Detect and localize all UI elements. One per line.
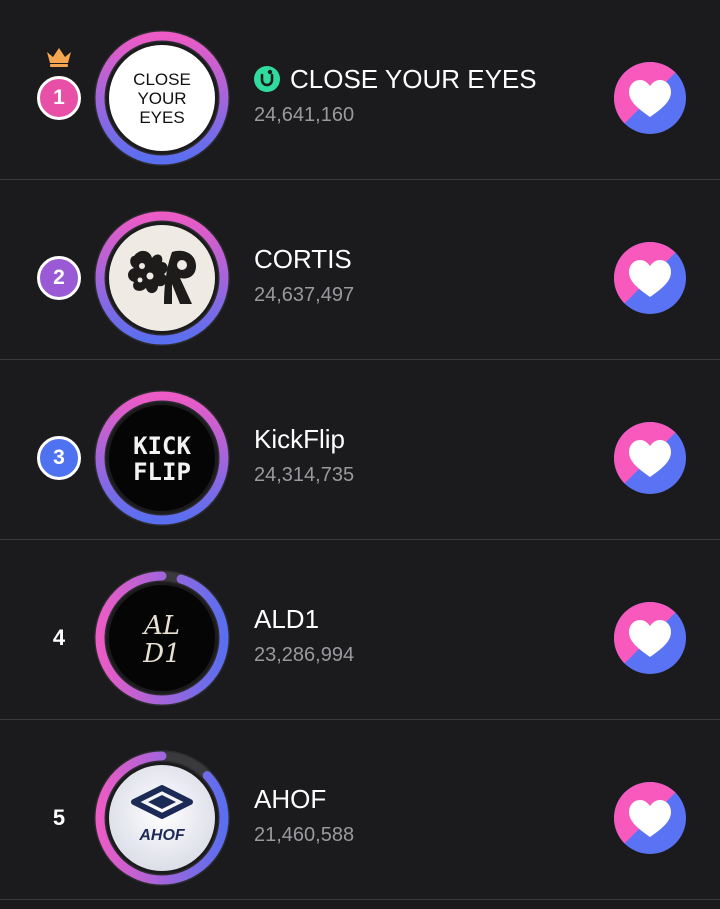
rank-badge: 1	[37, 76, 81, 120]
vote-count: 21,460,588	[254, 824, 355, 846]
artist-info: AHOF 21,460,588	[254, 780, 354, 847]
logo-text-line: EYES	[139, 108, 184, 127]
heart-icon	[614, 62, 686, 134]
rank-indicator: 1	[35, 74, 83, 122]
vote-button[interactable]	[613, 61, 687, 135]
ranking-list: 1 CLOSE YOUR EYES CLOSE YOUR EYES 24,641…	[0, 0, 720, 909]
heart-icon	[614, 242, 686, 314]
vote-button[interactable]	[613, 781, 687, 855]
ranking-row-4[interactable]: 4 AL D1 ALD1 23,286,994	[0, 540, 720, 720]
logo-text-line: AHOF	[138, 827, 186, 844]
vote-count: 24,314,735	[254, 464, 355, 486]
vote-button[interactable]	[613, 421, 687, 495]
artist-name: CORTIS	[254, 243, 352, 274]
rank-indicator: 2	[35, 254, 83, 302]
heart-icon	[614, 602, 686, 674]
logo-text-line: FLIP	[133, 458, 191, 486]
artist-avatar[interactable]	[92, 208, 232, 348]
rank-indicator: 3	[35, 434, 83, 482]
artist-name: KickFlip	[254, 423, 346, 454]
logo-text-line: KICK	[133, 432, 191, 460]
heart-icon	[614, 422, 686, 494]
verified-icon	[254, 66, 280, 92]
rank-number: 5	[52, 805, 66, 830]
ranking-row-5[interactable]: 5 AHOF AHOF 21,460,588	[0, 720, 720, 900]
rank-number: 4	[52, 625, 66, 650]
artist-info: CORTIS 24,637,497	[254, 240, 354, 307]
artist-info: CLOSE YOUR EYES 24,641,160	[254, 60, 537, 127]
vote-count: 23,286,994	[254, 644, 355, 666]
vote-count: 24,641,160	[254, 104, 355, 126]
artist-name: AHOF	[254, 783, 327, 814]
rank-badge: 2	[37, 256, 81, 300]
vote-count: 24,637,497	[254, 284, 355, 306]
vote-button[interactable]	[613, 601, 687, 675]
artist-name: ALD1	[254, 603, 320, 634]
vote-button[interactable]	[613, 241, 687, 315]
rank-indicator: 4	[35, 614, 83, 662]
ranking-row-3[interactable]: 3 KICK FLIP KickFlip 24,314,735	[0, 360, 720, 540]
logo-text-line: D1	[142, 639, 180, 669]
artist-avatar[interactable]: CLOSE YOUR EYES	[92, 28, 232, 168]
ranking-row-1[interactable]: 1 CLOSE YOUR EYES CLOSE YOUR EYES 24,641…	[0, 0, 720, 180]
rank-indicator: 5	[35, 794, 83, 842]
artist-avatar[interactable]: AHOF	[92, 748, 232, 888]
logo-text-line: AL	[142, 611, 180, 641]
artist-name: CLOSE YOUR EYES	[290, 63, 537, 94]
artist-avatar[interactable]: KICK FLIP	[92, 388, 232, 528]
rank-badge: 3	[37, 436, 81, 480]
crown-icon	[47, 48, 71, 67]
logo-text-line: CLOSE	[133, 70, 191, 89]
heart-icon	[614, 782, 686, 854]
artist-info: KickFlip 24,314,735	[254, 420, 354, 487]
logo-text-line: YOUR	[137, 89, 186, 108]
artist-info: ALD1 23,286,994	[254, 600, 354, 667]
ranking-row-2[interactable]: 2 CORTIS 24,637,497	[0, 180, 720, 360]
artist-avatar[interactable]: AL D1	[92, 568, 232, 708]
